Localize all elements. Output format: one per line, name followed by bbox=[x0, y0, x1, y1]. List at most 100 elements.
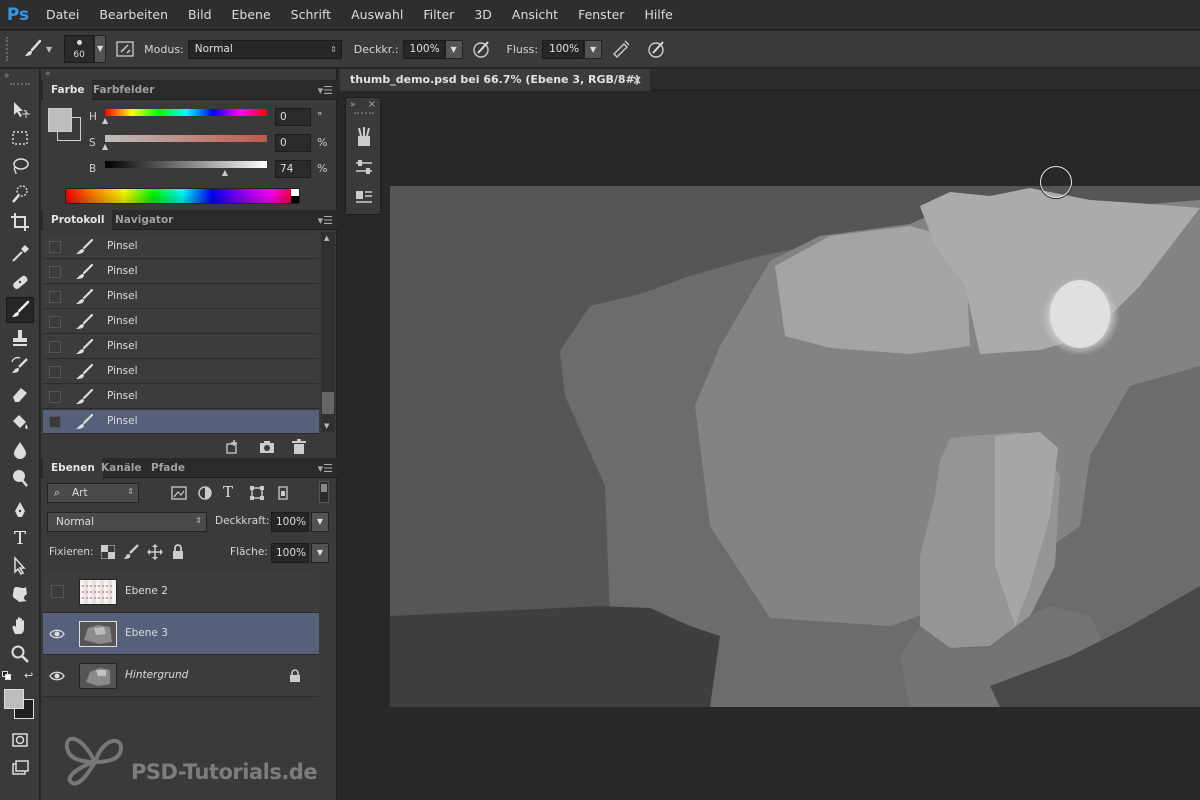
saturation-slider-thumb-icon[interactable]: ▲ bbox=[102, 142, 108, 151]
tab-protokoll[interactable]: Protokoll bbox=[43, 210, 113, 230]
brush-size-picker[interactable]: 60 bbox=[64, 35, 95, 63]
eraser-tool-icon[interactable] bbox=[6, 381, 34, 407]
filter-adjustment-icon[interactable] bbox=[197, 485, 213, 504]
history-source-checkbox[interactable] bbox=[49, 366, 61, 378]
history-source-checkbox[interactable] bbox=[49, 291, 61, 303]
filter-pixel-layer-icon[interactable] bbox=[171, 485, 187, 504]
eye-icon[interactable] bbox=[49, 669, 65, 683]
filter-shape-icon[interactable] bbox=[249, 485, 265, 504]
strip-expand-icon[interactable]: » bbox=[350, 100, 356, 110]
history-brush-tool-icon[interactable] bbox=[6, 353, 34, 379]
opacity-dropdown[interactable]: ▼ bbox=[444, 39, 463, 59]
brightness-input[interactable]: 74 bbox=[275, 160, 311, 178]
history-state-row[interactable]: Pinsel bbox=[43, 335, 319, 359]
opacity-input[interactable]: 100% bbox=[402, 39, 445, 59]
panel-foreground-swatch[interactable] bbox=[48, 108, 72, 132]
lock-all-icon[interactable] bbox=[171, 544, 185, 563]
scroll-down-icon[interactable]: ▼ bbox=[324, 422, 329, 430]
blend-mode-select[interactable]: Normal ⇕ bbox=[47, 512, 207, 532]
screen-mode-icon[interactable] bbox=[6, 755, 34, 781]
history-source-checkbox[interactable] bbox=[49, 416, 61, 428]
strip-close-icon[interactable]: × bbox=[368, 99, 376, 110]
menu-3d[interactable]: 3D bbox=[464, 0, 502, 30]
layer-filter-select[interactable]: ⌕ Art ⇕ bbox=[47, 483, 139, 503]
zoom-tool-icon[interactable] bbox=[6, 641, 34, 667]
color-ramp[interactable] bbox=[65, 188, 300, 204]
default-colors-icon[interactable] bbox=[2, 671, 12, 681]
lasso-tool-icon[interactable] bbox=[6, 153, 34, 179]
crop-tool-icon[interactable] bbox=[6, 209, 34, 235]
history-source-checkbox[interactable] bbox=[49, 316, 61, 328]
menu-hilfe[interactable]: Hilfe bbox=[634, 0, 682, 30]
type-tool-icon[interactable]: T bbox=[6, 525, 34, 551]
hue-slider-thumb-icon[interactable]: ▲ bbox=[102, 116, 108, 125]
layers-panel-menu-icon[interactable]: ▾☰ bbox=[318, 462, 333, 475]
history-source-checkbox[interactable] bbox=[49, 266, 61, 278]
custom-shape-tool-icon[interactable] bbox=[6, 581, 34, 607]
history-scroll-thumb[interactable] bbox=[322, 392, 334, 414]
preset-dropdown-arrow-icon[interactable]: ▼ bbox=[46, 45, 52, 54]
filter-toggle-switch[interactable] bbox=[319, 481, 329, 503]
menu-fenster[interactable]: Fenster bbox=[568, 0, 634, 30]
hue-input[interactable]: 0 bbox=[275, 108, 311, 126]
layer-opacity-dropdown[interactable]: ▼ bbox=[311, 512, 329, 532]
layer-opacity-input[interactable]: 100% bbox=[271, 512, 309, 532]
toolbar-grip[interactable] bbox=[10, 83, 30, 86]
history-state-row[interactable]: Pinsel bbox=[43, 360, 319, 384]
history-state-row[interactable]: Pinsel bbox=[43, 260, 319, 284]
filter-smart-object-icon[interactable] bbox=[275, 485, 291, 504]
delete-state-trash-icon[interactable] bbox=[291, 439, 307, 458]
history-state-row[interactable]: Pinsel bbox=[43, 285, 319, 309]
history-state-row[interactable]: Pinsel bbox=[43, 235, 319, 259]
menu-datei[interactable]: Datei bbox=[36, 0, 89, 30]
quick-mask-icon[interactable] bbox=[6, 727, 34, 753]
ramp-black-swatch[interactable] bbox=[291, 196, 299, 203]
menu-ansicht[interactable]: Ansicht bbox=[502, 0, 568, 30]
marquee-tool-icon[interactable] bbox=[6, 125, 34, 151]
history-state-row[interactable]: Pinsel bbox=[43, 410, 319, 434]
tab-navigator[interactable]: Navigator bbox=[107, 210, 181, 230]
fill-dropdown[interactable]: ▼ bbox=[311, 543, 329, 563]
close-icon[interactable]: × bbox=[632, 69, 642, 91]
menu-bild[interactable]: Bild bbox=[178, 0, 221, 30]
tab-pfade[interactable]: Pfade bbox=[143, 458, 193, 478]
strip-grip[interactable] bbox=[354, 112, 374, 115]
menu-auswahl[interactable]: Auswahl bbox=[341, 0, 413, 30]
pen-tool-icon[interactable] bbox=[6, 497, 34, 523]
brush-presets-icon[interactable] bbox=[355, 126, 373, 151]
eye-icon[interactable] bbox=[49, 627, 65, 641]
saturation-slider[interactable] bbox=[105, 135, 267, 142]
path-selection-tool-icon[interactable] bbox=[6, 553, 34, 579]
brush-tool-icon[interactable] bbox=[6, 297, 34, 323]
filter-type-icon[interactable]: T bbox=[223, 483, 233, 501]
flow-dropdown[interactable]: ▼ bbox=[584, 39, 603, 59]
brightness-slider-thumb-icon[interactable]: ▲ bbox=[222, 168, 228, 177]
fill-input[interactable]: 100% bbox=[271, 543, 309, 563]
move-tool-icon[interactable] bbox=[6, 97, 34, 123]
layer-name[interactable]: Hintergrund bbox=[125, 669, 188, 681]
bar-grip[interactable] bbox=[6, 37, 12, 61]
properties-panel-icon[interactable] bbox=[355, 188, 373, 209]
clone-stamp-tool-icon[interactable] bbox=[6, 325, 34, 351]
menu-schrift[interactable]: Schrift bbox=[281, 0, 341, 30]
pressure-size-icon[interactable] bbox=[646, 38, 668, 60]
brush-tool-preset-icon[interactable] bbox=[22, 38, 44, 60]
layer-row-hintergrund[interactable]: Hintergrund bbox=[43, 655, 319, 697]
tab-kanaele[interactable]: Kanäle bbox=[93, 458, 150, 478]
foreground-color-swatch[interactable] bbox=[4, 689, 24, 709]
layer-name[interactable]: Ebene 3 bbox=[125, 627, 168, 639]
history-scrollbar[interactable]: ▲ ▼ bbox=[321, 232, 335, 432]
history-state-row[interactable]: Pinsel bbox=[43, 310, 319, 334]
history-source-checkbox[interactable] bbox=[49, 241, 61, 253]
layer-name[interactable]: Ebene 2 bbox=[125, 585, 168, 597]
dodge-tool-icon[interactable] bbox=[6, 465, 34, 491]
color-panel-swatches[interactable] bbox=[47, 107, 83, 143]
swap-colors-icon[interactable]: ↩ bbox=[24, 669, 33, 682]
adjustments-sliders-icon[interactable] bbox=[355, 158, 373, 179]
paint-bucket-tool-icon[interactable] bbox=[6, 409, 34, 435]
airbrush-icon[interactable] bbox=[610, 38, 632, 60]
hand-tool-icon[interactable] bbox=[6, 613, 34, 639]
mode-select[interactable]: Normal ⇕ bbox=[187, 39, 342, 59]
tab-farbfelder[interactable]: Farbfelder bbox=[85, 80, 162, 100]
healing-brush-tool-icon[interactable] bbox=[6, 269, 34, 295]
